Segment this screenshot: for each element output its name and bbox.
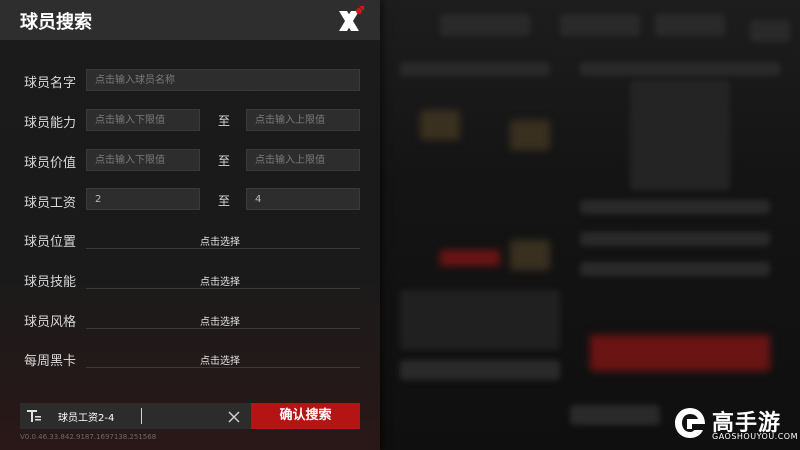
- clear-x-icon[interactable]: [227, 409, 241, 423]
- salary-min-input[interactable]: 2: [86, 188, 200, 210]
- salary-max-input[interactable]: 4: [246, 188, 360, 210]
- value-max-input[interactable]: 点击输入上限值: [246, 149, 360, 171]
- label-player-salary: 球员工资: [24, 196, 77, 211]
- text-cursor: [141, 408, 142, 424]
- weekly-black-card-select[interactable]: 点击选择: [200, 352, 240, 367]
- value-min-input[interactable]: 点击输入下限值: [86, 149, 200, 171]
- player-search-panel: 球员搜索 球员名字 点击输入球员名称 球员能力 点击输入下限值 至 点击输入上限…: [0, 0, 380, 450]
- close-x-icon[interactable]: [334, 6, 364, 36]
- range-separator: 至: [218, 154, 231, 168]
- filter-icon: [26, 408, 42, 424]
- divider: [86, 248, 360, 249]
- confirm-search-button[interactable]: 确认搜索: [251, 403, 360, 429]
- query-summary-text: 球员工资2-4: [58, 413, 115, 424]
- skill-select[interactable]: 点击选择: [200, 273, 240, 288]
- label-player-position: 球员位置: [24, 235, 77, 250]
- ability-min-input[interactable]: 点击输入下限值: [86, 109, 200, 131]
- label-weekly-black-card: 每周黑卡: [24, 354, 77, 369]
- divider: [86, 367, 360, 368]
- label-player-value: 球员价值: [24, 156, 77, 171]
- watermark-en-text: GAOSHOUYOU.COM: [712, 432, 799, 441]
- version-text: V0.0.46.33.842.9187.1697138.251568: [20, 433, 157, 441]
- divider: [86, 328, 360, 329]
- label-player-ability: 球员能力: [24, 116, 77, 131]
- panel-title: 球员搜索: [20, 12, 92, 33]
- gaoshouyou-watermark: 高手游 GAOSHOUYOU.COM: [672, 405, 799, 447]
- label-player-style: 球员风格: [24, 315, 77, 330]
- position-select[interactable]: 点击选择: [200, 233, 240, 248]
- range-separator: 至: [218, 114, 231, 128]
- divider: [86, 288, 360, 289]
- player-name-input[interactable]: 点击输入球员名称: [86, 69, 360, 91]
- style-select[interactable]: 点击选择: [200, 313, 240, 328]
- label-player-name: 球员名字: [24, 76, 77, 91]
- title-bar: 球员搜索: [0, 0, 380, 40]
- ability-max-input[interactable]: 点击输入上限值: [246, 109, 360, 131]
- range-separator: 至: [218, 194, 231, 208]
- query-summary-bar[interactable]: 球员工资2-4: [20, 403, 251, 429]
- gaoshouyou-logo-icon: [672, 405, 708, 441]
- label-player-skill: 球员技能: [24, 275, 77, 290]
